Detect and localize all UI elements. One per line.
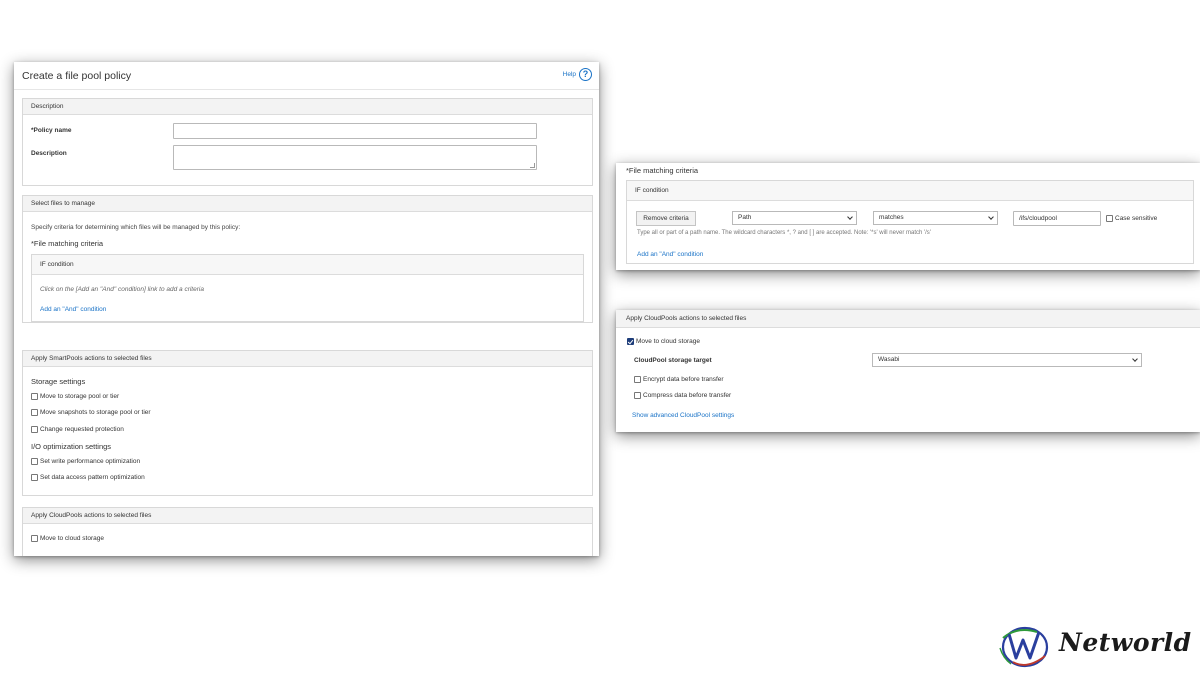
checkbox-label: Compress data before transfer — [643, 392, 732, 399]
checkbox-label: Change requested protection — [40, 426, 124, 433]
smartpools-section-header: Apply SmartPools actions to selected fil… — [23, 351, 592, 367]
add-and-condition-link[interactable]: Add an "And" condition — [40, 306, 106, 313]
resize-handle-icon[interactable] — [530, 163, 535, 168]
checkbox-label: Encrypt data before transfer — [643, 376, 724, 383]
help-link[interactable]: Help ? — [563, 68, 592, 81]
chevron-down-icon — [1132, 356, 1138, 362]
move-to-storage-pool-checkbox[interactable]: Move to storage pool or tier — [31, 393, 119, 400]
move-to-cloud-storage-checkbox[interactable]: Move to cloud storage — [627, 338, 700, 345]
smartpools-section: Apply SmartPools actions to selected fil… — [22, 350, 593, 496]
case-sensitive-checkbox[interactable]: Case sensitive — [1106, 215, 1157, 222]
storage-target-select[interactable]: Wasabi — [872, 353, 1142, 367]
compress-data-checkbox[interactable]: Compress data before transfer — [634, 392, 731, 399]
cloudpools-section-header: Apply CloudPools actions to selected fil… — [616, 310, 1200, 328]
select-files-intro: Specify criteria for determining which f… — [31, 224, 241, 231]
description-section: Description *Policy name Description — [22, 98, 593, 186]
remove-criteria-button[interactable]: Remove criteria — [636, 211, 696, 226]
description-section-header: Description — [23, 99, 592, 115]
encrypt-data-checkbox[interactable]: Encrypt data before transfer — [634, 376, 724, 383]
select-files-section-header: Select files to manage — [23, 196, 592, 212]
add-and-condition-link[interactable]: Add an "And" condition — [637, 251, 703, 258]
move-snapshots-checkbox[interactable]: Move snapshots to storage pool or tier — [31, 409, 151, 416]
if-condition-header: IF condition — [32, 255, 583, 275]
checkbox-icon[interactable] — [31, 474, 38, 481]
write-performance-checkbox[interactable]: Set write performance optimization — [31, 458, 140, 465]
checkbox-icon[interactable] — [31, 426, 38, 433]
help-label[interactable]: Help — [563, 71, 576, 78]
networld-emblem-icon — [999, 626, 1049, 668]
networld-logo: Networld — [997, 624, 1197, 670]
checkbox-icon[interactable] — [1106, 215, 1113, 222]
help-icon[interactable]: ? — [579, 68, 592, 81]
storage-settings-heading: Storage settings — [31, 377, 86, 386]
change-requested-protection-checkbox[interactable]: Change requested protection — [31, 426, 124, 433]
checkbox-icon[interactable] — [31, 535, 38, 542]
if-condition-box: IF condition Click on the [Add an "And" … — [31, 254, 584, 322]
if-condition-box: IF condition Remove criteria Path matche… — [626, 180, 1194, 264]
file-matching-criteria-heading: *File matching criteria — [626, 166, 699, 175]
criteria-field-select[interactable]: Path — [732, 211, 857, 225]
data-access-pattern-checkbox[interactable]: Set data access pattern optimization — [31, 474, 145, 481]
cloudpools-section: Apply CloudPools actions to selected fil… — [22, 507, 593, 556]
io-optimization-heading: I/O optimization settings — [31, 442, 112, 451]
empty-criteria-hint: Click on the [Add an "And" condition] li… — [40, 286, 204, 293]
checkbox-icon[interactable] — [634, 376, 641, 383]
chevron-down-icon — [988, 214, 994, 220]
move-to-cloud-storage-checkbox[interactable]: Move to cloud storage — [31, 535, 104, 542]
checkbox-icon[interactable] — [31, 409, 38, 416]
file-matching-criteria-panel: *File matching criteria IF condition Rem… — [616, 163, 1200, 270]
file-matching-criteria-heading: *File matching criteria — [31, 239, 104, 248]
policy-name-input[interactable] — [173, 123, 537, 139]
checkbox-label: Set data access pattern optimization — [40, 474, 145, 481]
if-condition-header: IF condition — [627, 181, 1193, 201]
cloudpools-section-header: Apply CloudPools actions to selected fil… — [23, 508, 592, 524]
criteria-operator-select[interactable]: matches — [873, 211, 998, 225]
checkbox-label: Case sensitive — [1115, 215, 1158, 222]
checkbox-checked-icon[interactable] — [627, 338, 634, 345]
checkbox-label: Move snapshots to storage pool or tier — [40, 409, 151, 416]
policy-name-label: *Policy name — [31, 127, 72, 134]
page-title: Create a file pool policy — [22, 70, 132, 82]
select-files-section: Select files to manage Specify criteria … — [22, 195, 593, 323]
description-label: Description — [31, 150, 67, 157]
description-textarea[interactable] — [173, 145, 537, 170]
checkbox-label: Move to cloud storage — [636, 338, 700, 345]
path-input[interactable]: /ifs/cloudpool — [1013, 211, 1101, 226]
chevron-down-icon — [847, 214, 853, 220]
checkbox-icon[interactable] — [634, 392, 641, 399]
checkbox-icon[interactable] — [31, 393, 38, 400]
storage-target-label: CloudPool storage target — [634, 357, 712, 364]
cloudpools-actions-panel: Apply CloudPools actions to selected fil… — [616, 310, 1200, 432]
checkbox-label: Set write performance optimization — [40, 458, 141, 465]
wildcard-hint: Type all or part of a path name. The wil… — [637, 230, 931, 236]
create-file-pool-policy-panel: Create a file pool policy Help ? Descrip… — [14, 62, 599, 556]
checkbox-label: Move to storage pool or tier — [40, 393, 120, 400]
checkbox-label: Move to cloud storage — [40, 535, 104, 542]
checkbox-icon[interactable] — [31, 458, 38, 465]
show-advanced-cloudpool-settings-link[interactable]: Show advanced CloudPool settings — [632, 412, 734, 419]
panel-header: Create a file pool policy Help ? — [14, 62, 599, 90]
networld-logo-text: Networld — [1059, 628, 1192, 657]
